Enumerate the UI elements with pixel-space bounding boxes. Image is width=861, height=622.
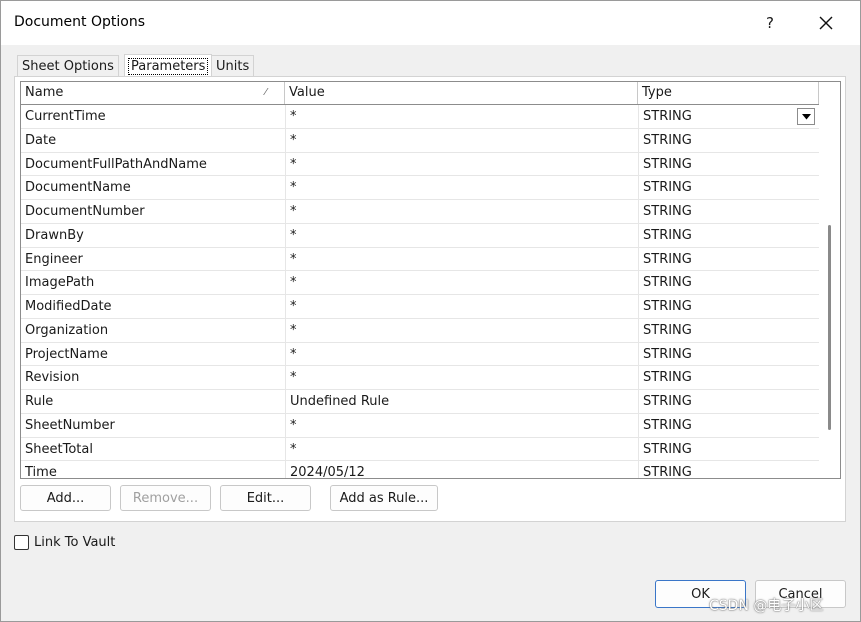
cell-value[interactable]: * (285, 105, 638, 128)
link-to-vault-checkbox[interactable] (14, 535, 29, 550)
cell-type[interactable]: STRING (638, 105, 819, 128)
dialog-title: Document Options (14, 14, 145, 30)
cell-value[interactable]: Undefined Rule (285, 390, 638, 413)
tab-label: Sheet Options (22, 58, 114, 74)
table-row[interactable]: DocumentName * STRING (21, 176, 819, 200)
table-row[interactable]: DocumentFullPathAndName * STRING (21, 152, 819, 177)
column-header-name[interactable]: Name ⁄ (21, 82, 285, 104)
cell-name: DocumentFullPathAndName (25, 156, 207, 172)
tab-label: Units (216, 58, 250, 74)
grid-header: Name ⁄ Value Type (21, 82, 819, 105)
cell-name: Organization (25, 322, 109, 338)
cell-type[interactable]: STRING (638, 437, 819, 461)
document-options-dialog: Document Options ? Sheet Options Paramet… (0, 0, 861, 622)
table-row[interactable]: Revision * STRING (21, 366, 819, 390)
cell-value[interactable]: * (285, 152, 638, 176)
help-icon: ? (766, 14, 774, 32)
table-row[interactable]: Rule Undefined Rule STRING (21, 390, 819, 414)
table-row[interactable]: SheetTotal * STRING (21, 437, 819, 462)
table-row[interactable]: ModifiedDate * STRING (21, 295, 819, 319)
cell-value[interactable]: * (285, 342, 638, 366)
type-dropdown-button[interactable] (797, 108, 815, 125)
cell-name: ProjectName (25, 346, 108, 362)
cell-value[interactable]: * (285, 295, 638, 318)
cell-name: Rule (25, 394, 54, 409)
cell-name: DocumentNumber (25, 204, 145, 219)
tab-parameters[interactable]: Parameters (124, 54, 213, 77)
cell-type[interactable]: STRING (638, 200, 819, 223)
cell-type[interactable]: STRING (638, 366, 819, 390)
cell-value[interactable]: * (285, 318, 638, 342)
cell-type[interactable]: STRING (638, 176, 819, 200)
add-button[interactable]: Add... (20, 485, 111, 511)
cell-name: DrawnBy (25, 227, 84, 243)
cell-type[interactable]: STRING (638, 271, 819, 295)
table-row[interactable]: DrawnBy * STRING (21, 223, 819, 248)
cell-name: Time (25, 465, 57, 479)
cell-name: ModifiedDate (25, 299, 112, 314)
cell-type[interactable]: STRING (638, 342, 819, 366)
table-row[interactable]: DocumentNumber * STRING (21, 200, 819, 224)
help-button[interactable]: ? (753, 5, 787, 41)
cell-name: SheetTotal (25, 441, 93, 457)
cell-value[interactable]: * (285, 366, 638, 390)
chevron-down-icon (801, 113, 811, 119)
add-as-rule-button[interactable]: Add as Rule... (330, 485, 438, 511)
tab-units[interactable]: Units (211, 55, 255, 76)
cell-type[interactable]: STRING (638, 390, 819, 413)
table-row[interactable]: Time 2024/05/12 STRING (21, 461, 819, 479)
cell-value[interactable]: * (285, 247, 638, 271)
table-row[interactable]: SheetNumber * STRING (21, 413, 819, 438)
tab-sheet-options[interactable]: Sheet Options (17, 55, 119, 76)
grid-rows: CurrentTime * STRING Date * STRING DocumentF… (21, 105, 819, 479)
title-bar: Document Options ? (1, 1, 860, 45)
table-row[interactable]: CurrentTime * STRING (21, 105, 819, 129)
cell-name: Revision (25, 370, 80, 386)
cell-value[interactable]: * (285, 128, 638, 152)
cell-name: DocumentName (25, 180, 131, 196)
cell-type[interactable]: STRING (638, 152, 819, 176)
cell-value[interactable]: * (285, 413, 638, 437)
cell-value[interactable]: 2024/05/12 (285, 461, 638, 478)
cell-name: Engineer (25, 251, 83, 267)
cell-value[interactable]: * (285, 271, 638, 295)
cell-value[interactable]: * (285, 223, 638, 247)
close-button[interactable] (803, 5, 849, 41)
vertical-scrollbar[interactable] (819, 82, 840, 478)
cell-name: ImagePath (25, 275, 95, 291)
table-row[interactable]: Engineer * STRING (21, 247, 819, 272)
table-row[interactable]: Date * STRING (21, 128, 819, 153)
table-row[interactable]: ProjectName * STRING (21, 342, 819, 367)
sort-icon: ⁄ (265, 87, 267, 98)
cell-name: Date (25, 132, 57, 148)
cell-type[interactable]: STRING (638, 223, 819, 247)
column-header-value[interactable]: Value (285, 82, 638, 104)
scrollbar-thumb[interactable] (828, 225, 831, 430)
remove-button[interactable]: Remove... (120, 485, 211, 511)
parameters-grid: Name ⁄ Value Type CurrentTime * STRING Dat… (20, 81, 841, 479)
cell-value[interactable]: * (285, 176, 638, 200)
cell-name: CurrentTime (25, 109, 106, 124)
cell-value[interactable]: * (285, 200, 638, 223)
cell-type[interactable]: STRING (638, 413, 819, 437)
cell-name: SheetNumber (25, 417, 115, 433)
column-header-type[interactable]: Type (638, 82, 819, 104)
link-to-vault-label: Link To Vault (34, 535, 116, 550)
cell-type[interactable]: STRING (638, 318, 819, 342)
edit-button[interactable]: Edit... (220, 485, 311, 511)
cell-type[interactable]: STRING (638, 295, 819, 318)
cell-value[interactable]: * (285, 437, 638, 461)
watermark: CSDN @电子小区 (709, 598, 824, 614)
tab-label: Parameters (127, 57, 209, 75)
table-row[interactable]: Organization * STRING (21, 318, 819, 343)
close-icon (819, 16, 833, 30)
cell-type[interactable]: STRING (638, 247, 819, 271)
cell-type[interactable]: STRING (638, 128, 819, 152)
table-row[interactable]: ImagePath * STRING (21, 271, 819, 295)
cell-type[interactable]: STRING (638, 461, 819, 478)
